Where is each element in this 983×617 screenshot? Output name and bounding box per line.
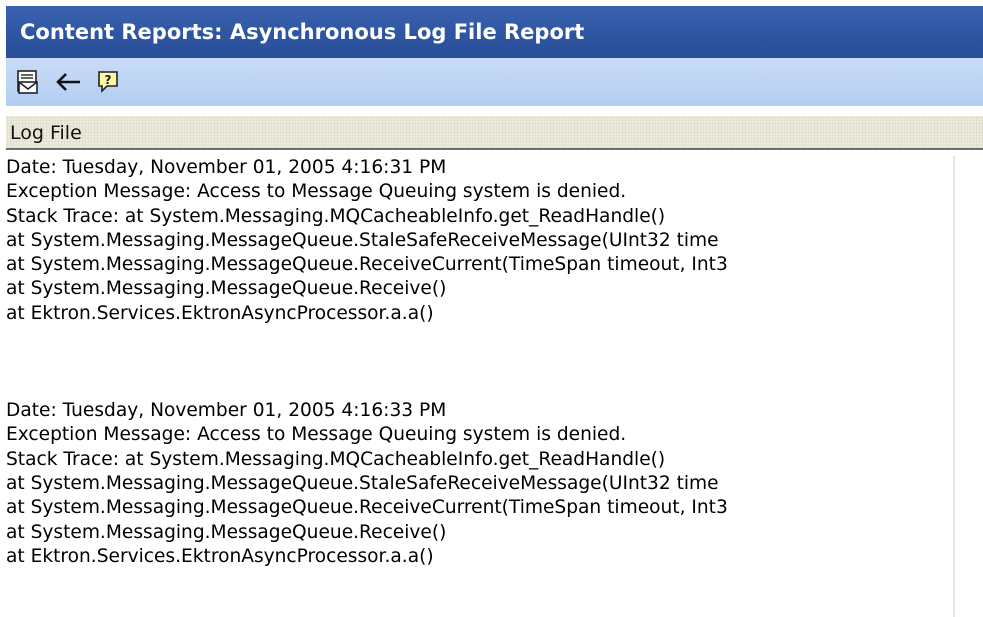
section-header-log-file: Log File	[6, 116, 983, 150]
log-entry: Date: Tuesday, November 01, 2005 4:16:33…	[6, 399, 953, 569]
log-line: Exception Message: Access to Message Que…	[6, 424, 627, 446]
help-icon: ?	[98, 71, 118, 93]
log-line: Exception Message: Access to Message Que…	[6, 181, 627, 203]
log-line: Stack Trace: at System.Messaging.MQCache…	[6, 448, 666, 470]
log-line: Date: Tuesday, November 01, 2005 4:16:33…	[6, 400, 447, 422]
email-report-icon	[17, 70, 38, 94]
log-line: Stack Trace: at System.Messaging.MQCache…	[6, 205, 666, 227]
log-line: at Ektron.Services.EktronAsyncProcessor.…	[6, 302, 434, 324]
log-line: Date: Tuesday, November 01, 2005 4:16:31…	[6, 157, 447, 178]
log-line: at System.Messaging.MessageQueue.Receive…	[6, 497, 728, 519]
log-line: at System.Messaging.MessageQueue.StaleSa…	[6, 472, 719, 494]
log-content: Date: Tuesday, November 01, 2005 4:16:31…	[6, 156, 953, 617]
help-button[interactable]: ?	[92, 65, 124, 99]
toolbar: ?	[6, 58, 983, 106]
page-title: Content Reports: Asynchronous Log File R…	[6, 6, 983, 58]
back-button[interactable]	[52, 65, 84, 99]
log-line: at System.Messaging.MessageQueue.Receive…	[6, 278, 447, 300]
log-line: at Ektron.Services.EktronAsyncProcessor.…	[6, 545, 434, 567]
log-line: at System.Messaging.MessageQueue.Receive…	[6, 521, 447, 543]
email-report-button[interactable]	[12, 65, 44, 99]
log-entry: Date: Tuesday, November 01, 2005 4:16:31…	[6, 156, 953, 326]
log-line: at System.Messaging.MessageQueue.Receive…	[6, 254, 728, 276]
log-line: at System.Messaging.MessageQueue.StaleSa…	[6, 229, 719, 251]
scrollbar-edge	[953, 156, 955, 617]
back-arrow-icon	[56, 73, 80, 91]
svg-text:?: ?	[105, 73, 112, 87]
report-window: Content Reports: Asynchronous Log File R…	[0, 0, 983, 617]
